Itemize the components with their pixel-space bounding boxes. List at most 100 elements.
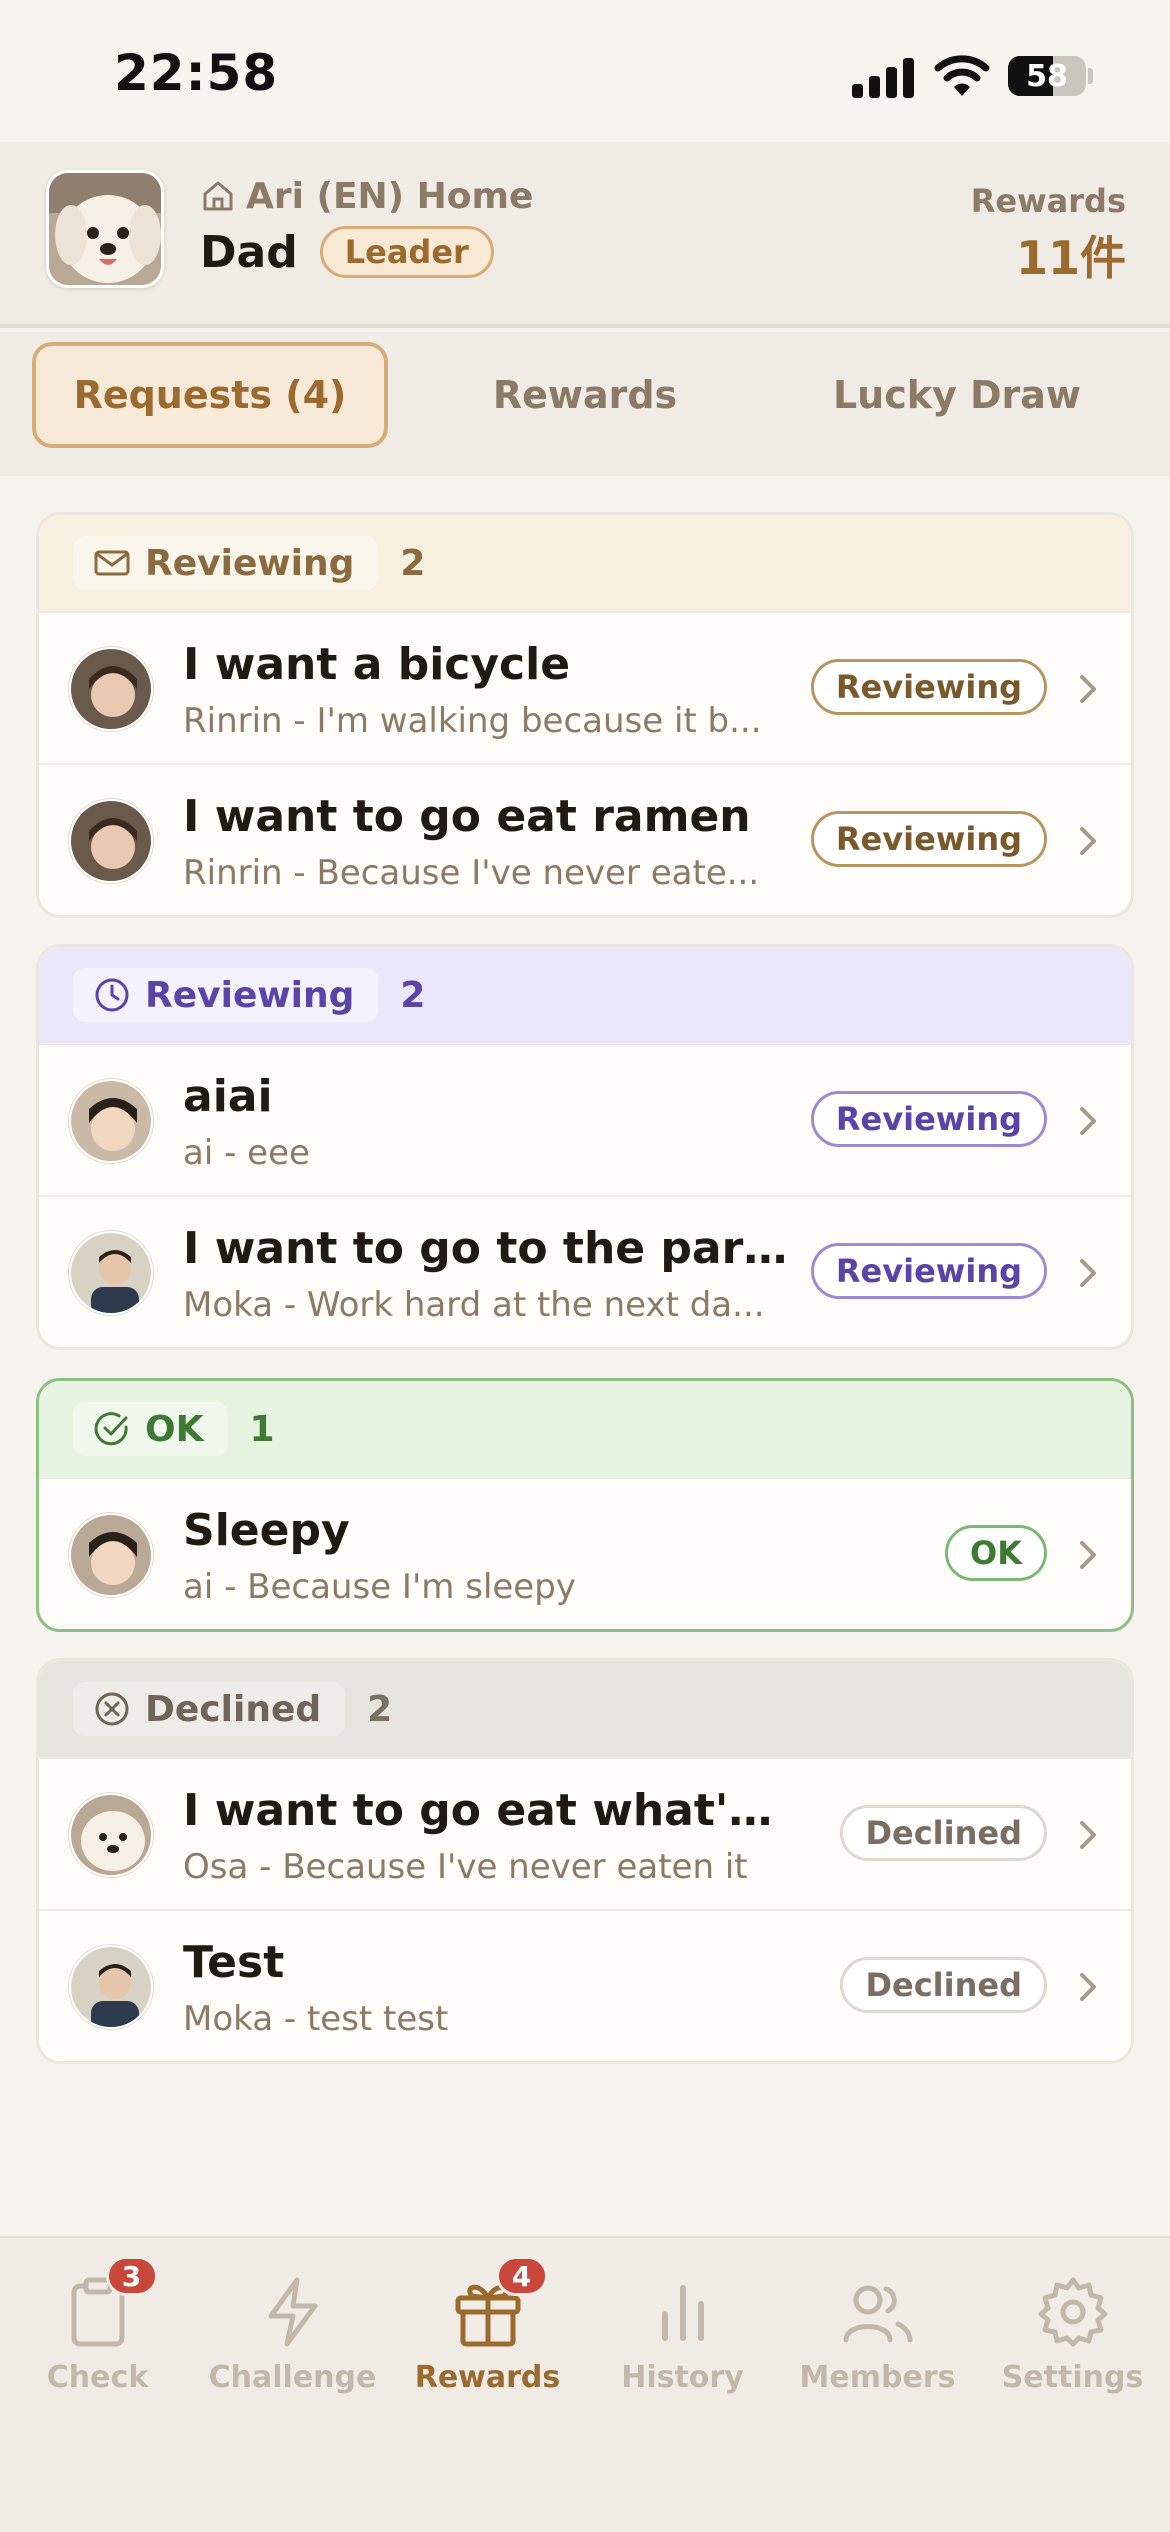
avatar	[69, 799, 153, 883]
request-row[interactable]: I want a bicycle Rinrin - I'm walking be…	[39, 611, 1131, 763]
group-count: 2	[400, 542, 426, 584]
avatar	[69, 647, 153, 731]
adult-photo-icon	[71, 1947, 151, 2027]
home-row: Ari (EN) Home	[200, 174, 533, 218]
status-badge: Reviewing	[810, 1091, 1047, 1147]
role-badge: Leader	[319, 226, 494, 278]
group-status-label: Reviewing	[145, 542, 355, 584]
status-bar: 22:58 58	[0, 0, 1170, 142]
x-circle-icon	[95, 1692, 129, 1726]
lightning-icon	[255, 2274, 331, 2350]
request-row[interactable]: I want to go to the park... Moka - Work …	[39, 1195, 1131, 1347]
clipboard-icon: 3	[60, 2256, 158, 2350]
home-icon	[203, 181, 233, 211]
avatar	[69, 1945, 153, 2029]
request-subtitle: Rinrin - Because I've never eate...	[183, 853, 760, 893]
request-title: aiai	[183, 1071, 273, 1122]
chevron-right-icon	[1080, 1973, 1096, 2001]
request-subtitle: Moka - test test	[183, 1999, 449, 2039]
battery-percent: 58	[1026, 59, 1068, 94]
request-row[interactable]: aiai ai - eee Reviewing	[39, 1043, 1131, 1195]
nav-label: Settings	[1001, 2360, 1144, 2395]
avatar	[69, 1513, 153, 1597]
nav-members[interactable]: Members	[780, 2274, 975, 2424]
status-time: 22:58	[114, 44, 279, 102]
chevron-right-icon	[1080, 1821, 1096, 1849]
nav-history[interactable]: History	[585, 2274, 780, 2424]
avatar	[69, 1079, 153, 1163]
child-photo-icon	[71, 801, 151, 881]
notification-badge: 3	[105, 2256, 158, 2296]
user-avatar[interactable]	[46, 170, 164, 288]
cellular-signal-icon	[852, 56, 916, 98]
check-circle-icon	[94, 1412, 128, 1446]
request-group-reviewing: Reviewing 2 I want a bicycle Rinrin - I'…	[36, 512, 1134, 918]
group-count: 2	[367, 1688, 393, 1730]
request-subtitle: Rinrin - I'm walking because it b...	[183, 701, 762, 741]
status-badge: OK	[945, 1525, 1047, 1581]
clock-icon	[95, 978, 129, 1012]
rewards-count: 11件	[1015, 231, 1126, 285]
request-title: Sleepy	[183, 1505, 350, 1556]
family-header: Ari (EN) Home Dad Leader Rewards 11件	[0, 142, 1170, 328]
group-status-pill: Declined	[73, 1682, 346, 1736]
status-badge: Reviewing	[810, 811, 1047, 867]
nav-check[interactable]: 3 Check	[0, 2256, 195, 2424]
envelope-icon	[94, 550, 130, 576]
child-photo-icon	[71, 649, 151, 729]
request-group-declined: Declined 2 I want to go eat what's c... …	[36, 1658, 1134, 2064]
request-row[interactable]: Sleepy ai - Because I'm sleepy OK	[39, 1477, 1131, 1629]
request-subtitle: ai - Because I'm sleepy	[183, 1567, 576, 1607]
request-title: I want to go eat what's c...	[183, 1785, 793, 1836]
nav-settings[interactable]: Settings	[975, 2274, 1170, 2424]
group-header: Reviewing 2	[39, 947, 1131, 1043]
chevron-right-icon	[1080, 827, 1096, 855]
chevron-right-icon	[1080, 1107, 1096, 1135]
request-group-reviewing-pending: Reviewing 2 aiai ai - eee Reviewing I wa…	[36, 944, 1134, 1350]
battery-icon: 58	[1008, 56, 1086, 96]
user-name: Dad	[200, 226, 298, 278]
tab-requests[interactable]: Requests (4)	[32, 342, 388, 448]
group-status-pill: OK	[73, 1402, 228, 1456]
bar-chart-icon	[645, 2274, 721, 2350]
group-status-label: Reviewing	[145, 974, 355, 1016]
nav-label: Members	[799, 2360, 956, 2395]
tab-rewards[interactable]: Rewards	[400, 342, 770, 448]
wifi-icon	[934, 55, 990, 96]
child-photo-icon	[71, 1515, 151, 1595]
request-title: I want to go eat ramen	[183, 791, 751, 842]
group-status-pill: Reviewing	[73, 968, 379, 1022]
request-row[interactable]: Test Moka - test test Declined	[39, 1909, 1131, 2061]
user-row: Dad Leader	[200, 226, 494, 278]
nav-rewards[interactable]: 4 Rewards	[390, 2256, 585, 2424]
group-status-pill: Reviewing	[73, 536, 379, 590]
nav-challenge[interactable]: Challenge	[195, 2274, 390, 2424]
chevron-right-icon	[1080, 675, 1096, 703]
group-status-label: Declined	[145, 1688, 322, 1730]
request-group-ok: OK 1 Sleepy ai - Because I'm sleepy OK	[36, 1378, 1134, 1632]
dog-photo-icon	[49, 173, 161, 285]
request-row[interactable]: I want to go eat ramen Rinrin - Because …	[39, 763, 1131, 915]
group-header: Reviewing 2	[39, 515, 1131, 611]
dog-photo-icon	[71, 1795, 151, 1875]
request-title: Test	[183, 1937, 285, 1988]
tab-lucky-draw[interactable]: Lucky Draw	[776, 342, 1138, 448]
status-badge: Declined	[840, 1957, 1047, 2013]
avatar	[69, 1793, 153, 1877]
request-row[interactable]: I want to go eat what's c... Osa - Becau…	[39, 1757, 1131, 1909]
users-icon	[840, 2274, 916, 2350]
gear-icon	[1035, 2274, 1111, 2350]
request-title: I want to go to the park...	[183, 1223, 793, 1274]
group-status-label: OK	[145, 1408, 204, 1450]
gift-icon: 4	[450, 2256, 548, 2350]
chevron-right-icon	[1080, 1541, 1096, 1569]
chevron-right-icon	[1080, 1259, 1096, 1287]
status-badge: Declined	[840, 1805, 1047, 1861]
group-header: OK 1	[39, 1381, 1131, 1477]
request-subtitle: ai - eee	[183, 1133, 310, 1173]
nav-label: Rewards	[414, 2360, 561, 2395]
rewards-label: Rewards	[970, 182, 1126, 220]
child-photo-icon	[71, 1081, 151, 1161]
status-badge: Reviewing	[810, 659, 1047, 715]
nav-label: Challenge	[208, 2360, 377, 2395]
